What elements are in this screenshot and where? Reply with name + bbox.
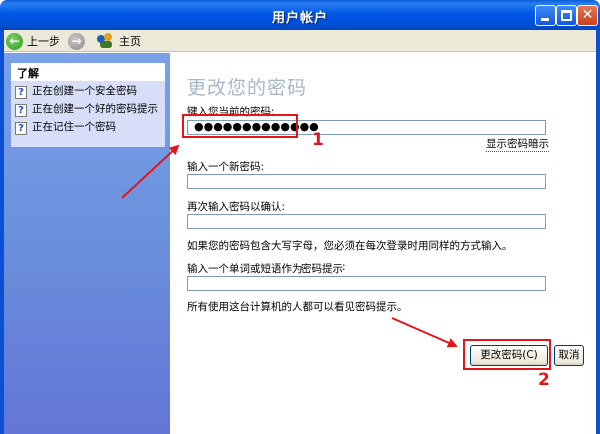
sidebar-item-label: 正在创建一个安全密码: [32, 85, 137, 97]
password-hint-field[interactable]: [187, 276, 546, 291]
window-title: 用户帐户: [271, 11, 328, 26]
home-button[interactable]: 主页: [97, 32, 141, 50]
confirm-password-field[interactable]: [187, 214, 546, 229]
highlight-box-change-button: [463, 339, 551, 370]
minimize-icon: [541, 18, 549, 21]
learn-about-panel: 了解 ? 正在创建一个安全密码 ? 正在创建一个好的密码提示 ? 正在记住一个密…: [11, 63, 165, 147]
maximize-icon: [561, 10, 572, 21]
close-icon: ✕: [581, 7, 594, 23]
sidebar-item-good-hint[interactable]: ? 正在创建一个好的密码提示: [15, 103, 161, 117]
sidebar-item-label: 正在记住一个密码: [32, 121, 116, 133]
page-title: 更改您的密码: [187, 77, 308, 99]
main-content: 更改您的密码 键入您当前的密码: ●●●●●●●●●●●●● 显示密码暗示 输入…: [170, 53, 596, 434]
sidebar-item-label: 正在创建一个好的密码提示: [32, 103, 158, 115]
help-icon: ?: [15, 122, 27, 135]
home-label: 主页: [119, 35, 141, 48]
step-number-2: 2: [538, 370, 550, 390]
step-number-1: 1: [312, 130, 324, 150]
window-frame-right: [596, 30, 600, 434]
maximize-button[interactable]: [556, 5, 577, 26]
minimize-button[interactable]: [535, 5, 556, 26]
help-icon: ?: [15, 86, 27, 99]
forward-arrow-icon: →: [68, 32, 85, 50]
password-hint-link[interactable]: 密码提示: [301, 261, 343, 277]
back-button[interactable]: ← 上一步: [6, 32, 60, 50]
hint-label: 输入一个单词或短语作为: [187, 263, 303, 275]
show-password-hint-link[interactable]: 显示密码暗示: [486, 136, 549, 152]
sidebar-item-secure-password[interactable]: ? 正在创建一个安全密码: [15, 85, 161, 99]
hint-colon: :: [342, 261, 346, 273]
sidebar: 了解 ? 正在创建一个安全密码 ? 正在创建一个好的密码提示 ? 正在记住一个密…: [4, 53, 170, 434]
users-icon: [97, 33, 115, 49]
new-password-field[interactable]: [187, 174, 546, 189]
confirm-password-label: 再次输入密码以确认:: [187, 201, 286, 213]
highlight-box-current-password: [182, 114, 298, 138]
cancel-button[interactable]: 取消: [554, 345, 584, 366]
learn-about-title: 了解: [11, 63, 165, 81]
help-icon: ?: [15, 104, 27, 117]
forward-button[interactable]: →: [68, 32, 85, 50]
close-button[interactable]: ✕: [577, 5, 598, 26]
new-password-label: 输入一个新密码:: [187, 161, 265, 173]
sidebar-item-remember-password[interactable]: ? 正在记住一个密码: [15, 121, 161, 135]
uppercase-note: 如果您的密码包含大写字母，您必须在每次登录时用同样的方式输入。: [187, 240, 513, 252]
back-label: 上一步: [27, 35, 60, 48]
title-bar: 用户帐户 ✕: [0, 0, 600, 30]
hint-visibility-note: 所有使用这台计算机的人都可以看见密码提示。: [187, 301, 408, 313]
back-arrow-icon: ←: [6, 32, 23, 50]
toolbar: ← 上一步 → 主页: [4, 30, 596, 52]
